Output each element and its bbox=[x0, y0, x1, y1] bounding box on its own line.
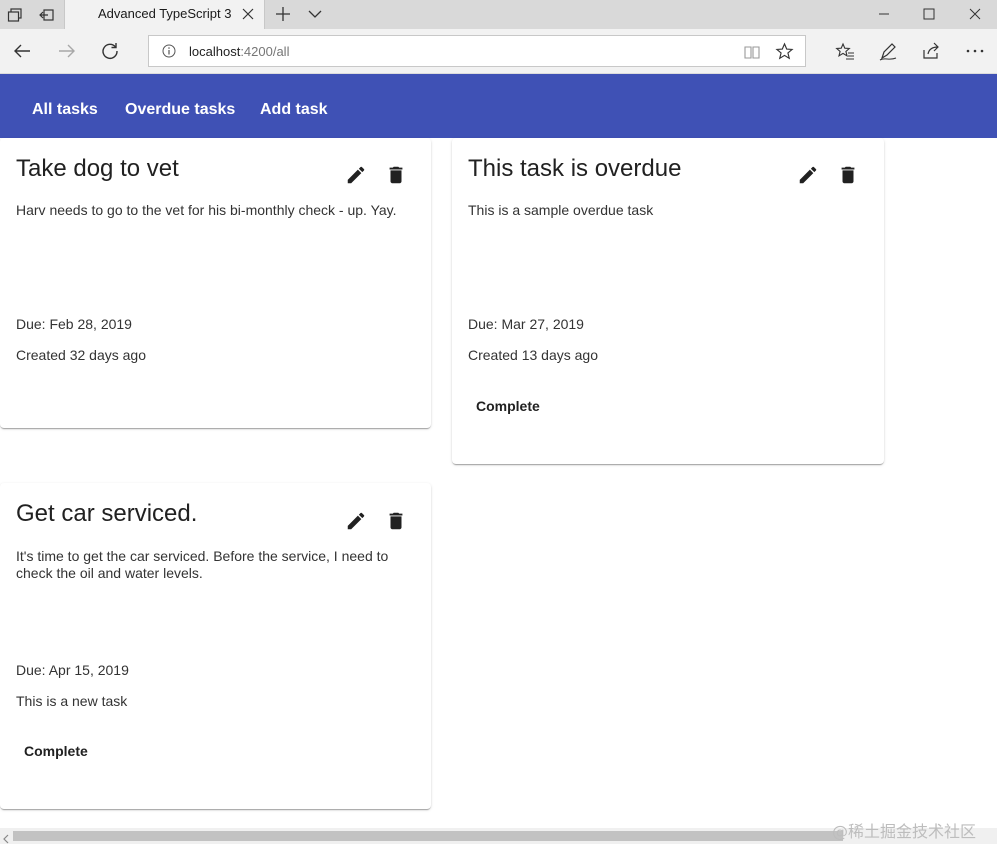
refresh-icon[interactable] bbox=[99, 40, 121, 62]
task-created: Created 32 days ago bbox=[16, 347, 146, 363]
trash-icon[interactable] bbox=[384, 163, 408, 187]
task-title: This task is overdue bbox=[468, 155, 682, 182]
pen-icon[interactable] bbox=[877, 40, 899, 62]
task-description: It's time to get the car serviced. Befor… bbox=[16, 548, 389, 581]
task-title: Get car serviced. bbox=[16, 500, 198, 527]
tab-title: Advanced TypeScript 3 bbox=[98, 6, 232, 21]
watermark: @稀土掘金技术社区 bbox=[832, 822, 977, 841]
complete-button[interactable]: Complete bbox=[8, 733, 104, 769]
task-description: Harv needs to go to the vet for his bi-m… bbox=[16, 202, 397, 218]
nav-overdue-tasks[interactable]: Overdue tasks bbox=[125, 101, 235, 119]
task-description: This is a sample overdue task bbox=[468, 202, 654, 218]
pencil-icon[interactable] bbox=[796, 163, 820, 187]
browser-tab-bar: Advanced TypeScript 3 bbox=[0, 0, 997, 29]
nav-add-task[interactable]: Add task bbox=[260, 101, 328, 119]
favorites-list-icon[interactable] bbox=[834, 40, 856, 62]
task-created: This is a new task bbox=[16, 693, 128, 709]
nav-all-tasks[interactable]: All tasks bbox=[32, 101, 98, 119]
info-icon[interactable] bbox=[162, 44, 176, 58]
task-due-date: Due: Feb 28, 2019 bbox=[16, 316, 132, 332]
task-due-date: Due: Mar 27, 2019 bbox=[468, 316, 584, 332]
maximize-icon[interactable] bbox=[919, 4, 939, 24]
more-options-icon[interactable] bbox=[964, 40, 986, 62]
address-input[interactable]: localhost:4200/all bbox=[148, 35, 806, 67]
back-arrow-icon[interactable] bbox=[11, 40, 33, 62]
task-card: Get car serviced. It's time to get the c… bbox=[0, 483, 431, 809]
app-toolbar: All tasks Overdue tasks Add task bbox=[0, 74, 997, 138]
task-title: Take dog to vet bbox=[16, 155, 179, 182]
task-due-date: Due: Apr 15, 2019 bbox=[16, 662, 129, 678]
tab-restore-icon[interactable] bbox=[38, 6, 56, 24]
trash-icon[interactable] bbox=[836, 163, 860, 187]
minimize-icon[interactable] bbox=[874, 4, 894, 24]
forward-arrow-icon[interactable] bbox=[56, 40, 78, 62]
share-icon[interactable] bbox=[920, 40, 942, 62]
task-card: This task is overdue This is a sample ov… bbox=[452, 138, 884, 464]
pencil-icon[interactable] bbox=[344, 509, 368, 533]
tab-set-aside-icon[interactable] bbox=[6, 6, 24, 24]
trash-icon[interactable] bbox=[384, 509, 408, 533]
scroll-left-icon[interactable] bbox=[1, 831, 11, 844]
task-card: Take dog to vet Harv needs to go to the … bbox=[0, 138, 431, 428]
pencil-icon[interactable] bbox=[344, 163, 368, 187]
close-tab-icon[interactable] bbox=[240, 6, 256, 22]
reading-view-icon[interactable] bbox=[743, 43, 761, 61]
close-window-icon[interactable] bbox=[965, 4, 985, 24]
task-created: Created 13 days ago bbox=[468, 347, 598, 363]
chevron-down-icon[interactable] bbox=[306, 5, 324, 23]
favorite-star-icon[interactable] bbox=[775, 42, 794, 61]
active-tab[interactable]: Advanced TypeScript 3 bbox=[64, 0, 265, 29]
complete-button[interactable]: Complete bbox=[460, 388, 556, 424]
new-tab-icon[interactable] bbox=[274, 5, 292, 23]
browser-address-bar: localhost:4200/all bbox=[0, 29, 997, 74]
scrollbar-thumb[interactable] bbox=[13, 831, 843, 841]
url-text: localhost:4200/all bbox=[189, 44, 290, 59]
